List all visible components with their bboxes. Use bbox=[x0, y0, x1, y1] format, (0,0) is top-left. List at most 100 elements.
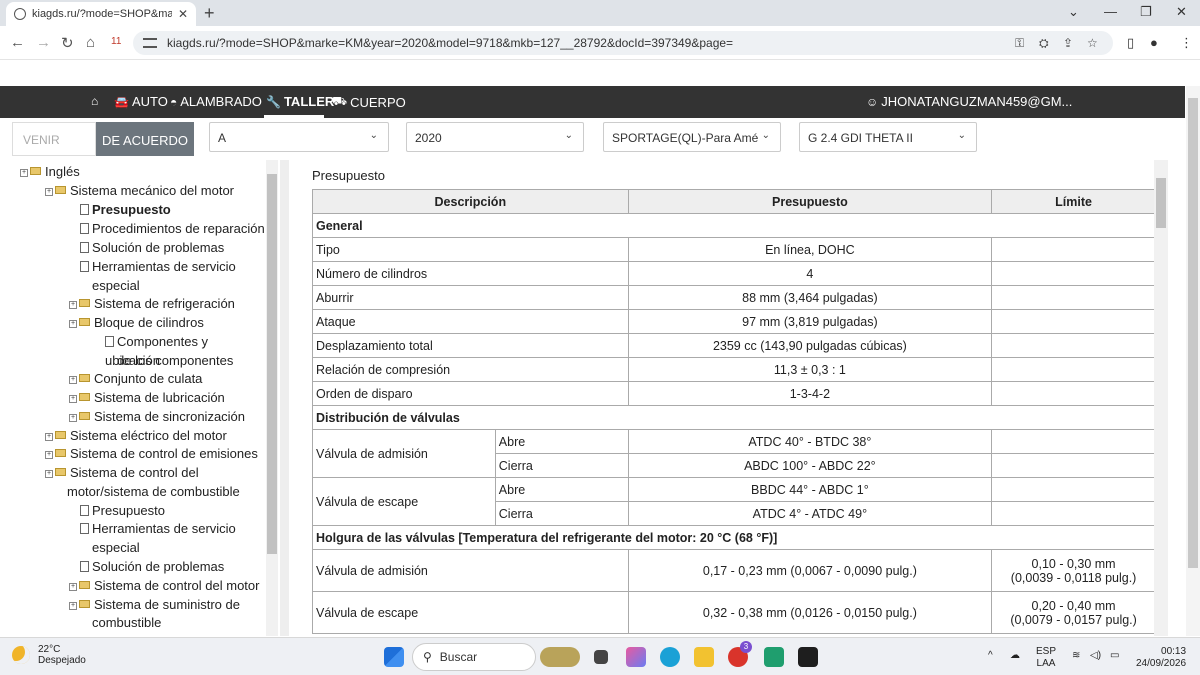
chrome-icon[interactable]: 3 bbox=[728, 641, 752, 667]
tree-node[interactable]: + Sistema de sincronización bbox=[69, 407, 245, 426]
expand-icon[interactable]: + bbox=[69, 395, 77, 403]
tab-search-icon[interactable]: ⌄ bbox=[1068, 4, 1079, 20]
tree-node[interactable]: + Sistema eléctrico del motor bbox=[45, 426, 227, 445]
minimize-icon[interactable]: — bbox=[1104, 4, 1117, 19]
scrollbar-thumb[interactable] bbox=[267, 174, 277, 554]
nav-auto[interactable]: 🚘 AUTO bbox=[114, 94, 168, 109]
forward-icon[interactable]: → bbox=[36, 34, 51, 51]
expand-icon[interactable]: + bbox=[45, 470, 53, 478]
scrollbar-thumb[interactable] bbox=[1156, 178, 1166, 228]
edge-icon[interactable] bbox=[660, 647, 680, 667]
nav-cuerpo[interactable]: ⛟ CUERPO bbox=[332, 94, 406, 110]
onedrive-icon[interactable]: ☁ bbox=[1010, 650, 1020, 662]
tree-scrollbar[interactable] bbox=[266, 160, 278, 636]
app-icon[interactable] bbox=[764, 647, 784, 667]
tree-node[interactable]: Herramientas de servicio bbox=[80, 257, 236, 276]
filter-row: VENIR DE ACUERDO A ⌄ 2020 ⌄ SPORTAGE(QL)… bbox=[0, 118, 1185, 158]
nav-alambrado[interactable]: ◓ ALAMBRADO bbox=[170, 94, 262, 109]
tree-node[interactable]: + Sistema de lubricación bbox=[69, 388, 225, 407]
taskbar-search[interactable]: ⚲ Buscar bbox=[412, 643, 536, 671]
side-panel-icon[interactable]: ▯ bbox=[1127, 35, 1134, 51]
tree-node[interactable]: + Sistema de control del motor bbox=[69, 576, 259, 595]
scrollbar-thumb[interactable] bbox=[1188, 98, 1198, 568]
de-acuerdo-button[interactable]: DE ACUERDO bbox=[96, 122, 194, 156]
windows-start-icon[interactable] bbox=[384, 647, 404, 667]
address-bar[interactable]: kiagds.ru/?mode=SHOP&marke=KM&year=2020&… bbox=[133, 31, 1113, 55]
expand-icon[interactable]: + bbox=[69, 414, 77, 422]
tree-node[interactable]: + Sistema de refrigeración bbox=[69, 294, 235, 313]
back-icon[interactable]: ← bbox=[10, 34, 25, 51]
tree-node[interactable]: Herramientas de servicio bbox=[80, 519, 236, 538]
model-select[interactable]: SPORTAGE(QL)-Para Amé ⌄ bbox=[603, 122, 781, 152]
tree-node-continued[interactable]: de los componentes bbox=[117, 351, 233, 370]
expand-icon[interactable]: + bbox=[69, 602, 77, 610]
restore-icon[interactable]: ❐ bbox=[1140, 4, 1152, 20]
brand-select[interactable]: A ⌄ bbox=[209, 122, 389, 152]
tree-node-selected[interactable]: Presupuesto bbox=[80, 200, 171, 219]
show-hidden-icons[interactable]: ^ bbox=[988, 650, 993, 662]
engine-select[interactable]: G 2.4 GDI THETA II ⌄ bbox=[799, 122, 977, 152]
browser-tab[interactable]: kiagds.ru/?mode=SHOP&marke ✕ bbox=[6, 2, 196, 26]
tree-node[interactable]: + Sistema de control de emisiones bbox=[45, 444, 258, 463]
tree-node[interactable]: + Sistema de suministro de bbox=[69, 595, 240, 614]
expand-icon[interactable]: + bbox=[69, 583, 77, 591]
widget-icon[interactable] bbox=[540, 647, 580, 667]
url-text[interactable]: kiagds.ru/?mode=SHOP&marke=KM&year=2020&… bbox=[167, 36, 733, 50]
tree-node[interactable]: Presupuesto bbox=[80, 501, 165, 520]
expand-icon[interactable]: + bbox=[45, 451, 53, 459]
tree-node[interactable]: + Sistema de control del bbox=[45, 463, 199, 482]
expand-icon[interactable]: + bbox=[69, 376, 77, 384]
venir-input[interactable]: VENIR bbox=[12, 122, 96, 156]
tree-node[interactable]: Solución de problemas bbox=[80, 238, 224, 257]
key-icon[interactable]: ⚿ bbox=[1015, 36, 1024, 51]
nav-home[interactable]: ⌂ bbox=[91, 94, 101, 108]
new-tab-button[interactable]: + bbox=[204, 3, 215, 24]
expand-icon[interactable]: + bbox=[69, 320, 77, 328]
wifi-icon[interactable]: ≋ bbox=[1072, 650, 1080, 662]
user-account[interactable]: ☺ JHONATANGUZMAN459@GM... bbox=[866, 94, 1072, 109]
site-info-icon[interactable] bbox=[143, 38, 157, 48]
extension-badge[interactable]: 11 bbox=[111, 36, 121, 47]
tree-node-continued[interactable]: especial bbox=[92, 538, 140, 557]
close-tab-icon[interactable]: ✕ bbox=[178, 7, 188, 21]
expand-icon[interactable]: + bbox=[20, 169, 28, 177]
tree-node[interactable]: Procedimientos de reparación bbox=[80, 219, 265, 238]
expand-icon[interactable]: + bbox=[45, 433, 53, 441]
expand-icon[interactable]: + bbox=[69, 301, 77, 309]
tree-node[interactable]: + Sistema mecánico del motor bbox=[45, 181, 234, 200]
content-scrollbar[interactable] bbox=[1154, 160, 1168, 636]
table-header-row: Descripción Presupuesto Límite bbox=[312, 189, 1154, 214]
tree-node[interactable]: + Bloque de cilindros bbox=[69, 313, 204, 332]
close-window-icon[interactable]: ✕ bbox=[1176, 4, 1187, 20]
translate-icon[interactable]: ⛭ bbox=[1039, 36, 1049, 51]
copilot-icon[interactable] bbox=[626, 647, 646, 667]
tree-node[interactable]: + Conjunto de culata bbox=[69, 369, 202, 388]
table-row: Relación de compresión 11,3 ± 0,3 : 1 bbox=[312, 357, 1154, 382]
app-icon[interactable] bbox=[798, 647, 818, 667]
task-view-icon[interactable] bbox=[594, 650, 608, 664]
tree-node-continued[interactable]: motor/sistema de combustible bbox=[67, 482, 240, 501]
home-icon[interactable]: ⌂ bbox=[86, 34, 95, 51]
menu-icon[interactable]: ⋮ bbox=[1180, 35, 1193, 51]
language-indicator[interactable]: ESP LAA bbox=[1036, 646, 1056, 670]
reload-icon[interactable]: ↻ bbox=[61, 34, 74, 52]
profile-icon[interactable]: ● bbox=[1150, 35, 1158, 50]
tree-node[interactable]: Solución de problemas bbox=[80, 557, 224, 576]
bookmark-star-icon[interactable]: ☆ bbox=[1087, 36, 1098, 50]
tree-node-continued[interactable]: combustible bbox=[92, 613, 161, 632]
battery-icon[interactable]: ▭ bbox=[1110, 650, 1119, 662]
tree-node-ingles[interactable]: + Inglés bbox=[20, 162, 80, 181]
volume-icon[interactable]: ◁) bbox=[1090, 650, 1101, 662]
file-explorer-icon[interactable] bbox=[694, 647, 714, 667]
nav-taller[interactable]: 🔧 TALLER bbox=[266, 94, 334, 109]
expand-icon[interactable]: + bbox=[45, 188, 53, 196]
page-scrollbar[interactable] bbox=[1186, 86, 1200, 636]
share-icon[interactable]: ⇪ bbox=[1063, 36, 1073, 50]
clock[interactable]: 00:13 24/09/2026 bbox=[1136, 646, 1186, 670]
tree-node-continued[interactable]: especial bbox=[92, 276, 140, 295]
pane-splitter[interactable] bbox=[280, 160, 289, 636]
nav-cuerpo-label: CUERPO bbox=[350, 94, 406, 110]
weather-widget[interactable]: 22°C Despejado bbox=[12, 644, 86, 666]
globe-icon bbox=[14, 8, 26, 20]
year-select[interactable]: 2020 ⌄ bbox=[406, 122, 584, 152]
